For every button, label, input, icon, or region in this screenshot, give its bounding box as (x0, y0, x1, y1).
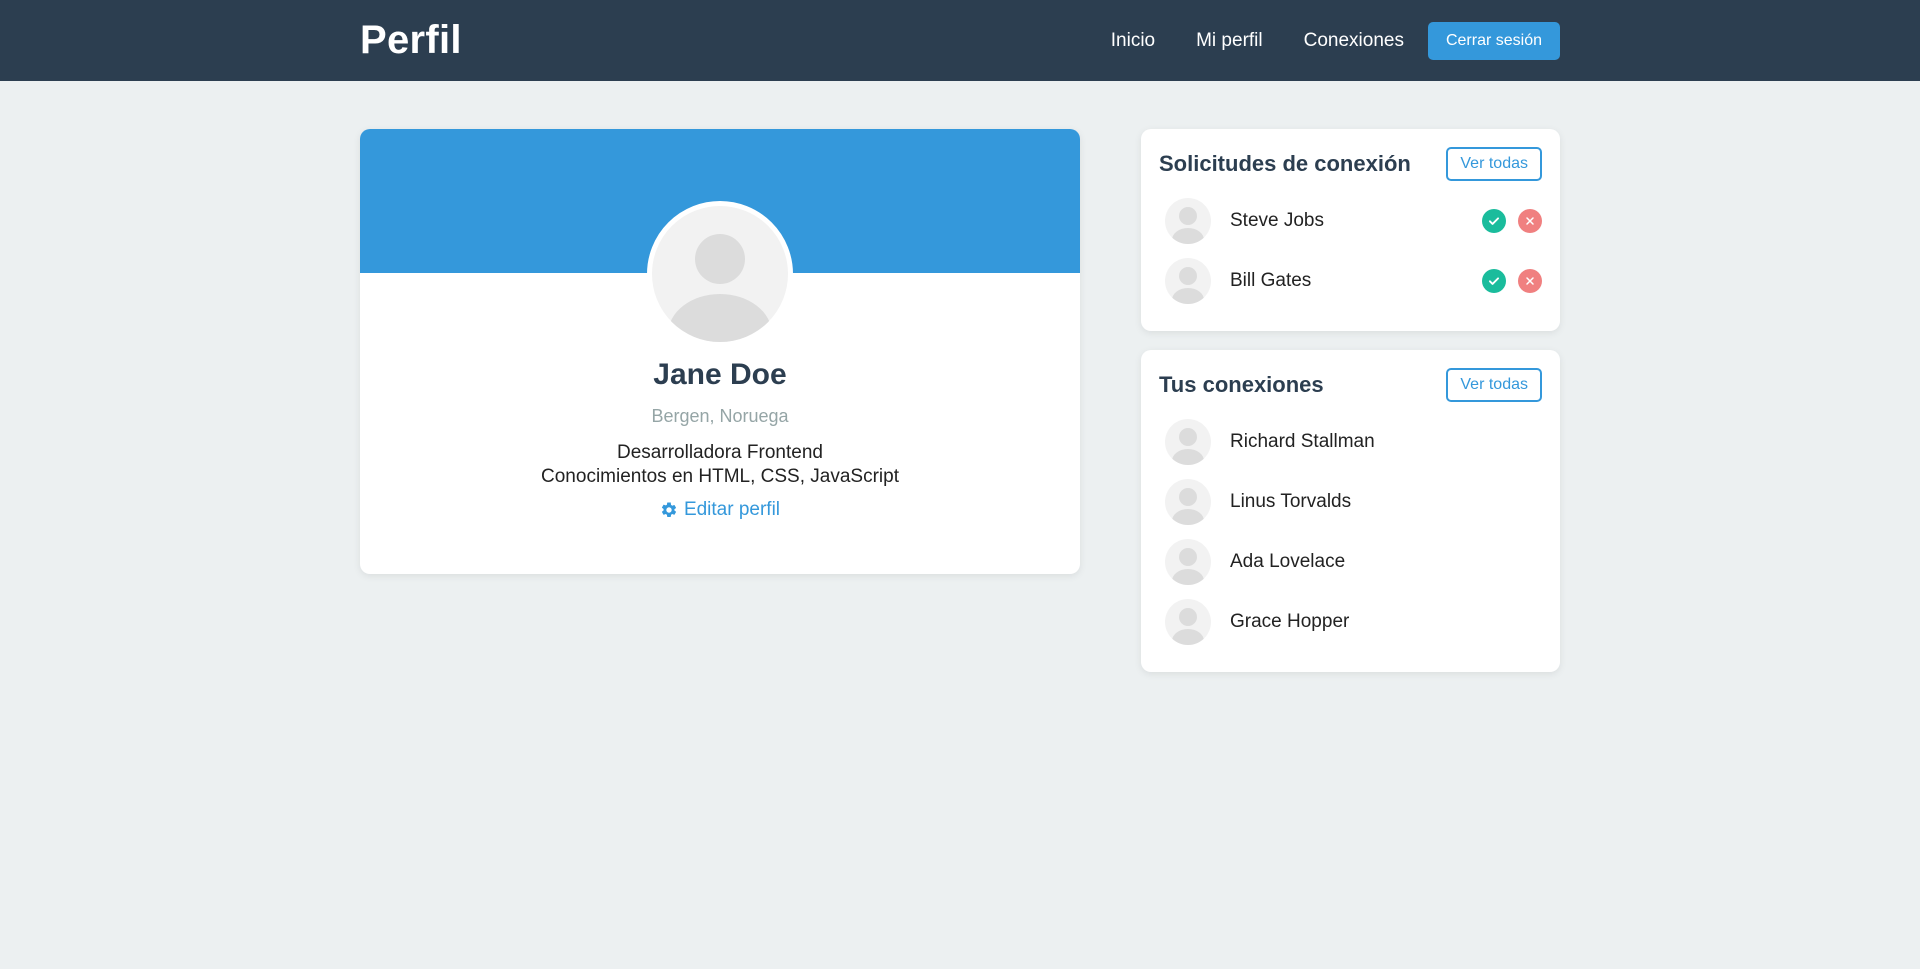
profile-bio-line-2: Conocimientos en HTML, CSS, JavaScript (541, 466, 899, 487)
avatar (1165, 198, 1211, 244)
connections-title: Tus conexiones (1159, 372, 1324, 397)
main-container: Jane Doe Bergen, Noruega Desarrolladora … (360, 129, 1560, 691)
nav-link-mi-perfil[interactable]: Mi perfil (1196, 30, 1263, 52)
connection-name[interactable]: Grace Hopper (1230, 611, 1542, 633)
connections-header: Tus conexiones Ver todas (1159, 368, 1542, 402)
profile-card: Jane Doe Bergen, Noruega Desarrolladora … (360, 129, 1080, 574)
brand-logo[interactable]: Perfil (360, 18, 462, 63)
request-name[interactable]: Bill Gates (1230, 270, 1470, 292)
profile-bio-line-1: Desarrolladora Frontend (617, 442, 823, 463)
gear-icon (661, 502, 676, 517)
connection-item[interactable]: Richard Stallman (1159, 412, 1542, 472)
avatar (1165, 539, 1211, 585)
reject-close-icon[interactable] (1518, 269, 1542, 293)
edit-profile-link[interactable]: Editar perfil (660, 499, 780, 521)
connection-name[interactable]: Ada Lovelace (1230, 551, 1542, 573)
navbar: Perfil Inicio Mi perfil Conexiones Cerra… (0, 0, 1920, 81)
requests-panel: Solicitudes de conexión Ver todas Steve … (1141, 129, 1560, 331)
connection-item[interactable]: Grace Hopper (1159, 592, 1542, 652)
avatar (1165, 258, 1211, 304)
avatar (1165, 419, 1211, 465)
avatar-body-shape (668, 294, 772, 342)
connection-name[interactable]: Linus Torvalds (1230, 491, 1542, 513)
avatar (1165, 599, 1211, 645)
reject-close-icon[interactable] (1518, 209, 1542, 233)
request-name[interactable]: Steve Jobs (1230, 210, 1470, 232)
profile-avatar (647, 201, 793, 347)
avatar-head-shape (695, 234, 745, 284)
profile-location: Bergen, Noruega (651, 406, 789, 426)
nav-link-conexiones[interactable]: Conexiones (1304, 30, 1404, 52)
requests-header: Solicitudes de conexión Ver todas (1159, 147, 1542, 181)
request-actions (1470, 209, 1542, 233)
profile-name: Jane Doe (653, 358, 787, 391)
nav-links: Inicio Mi perfil Conexiones Cerrar sesió… (1111, 21, 1560, 60)
logout-button[interactable]: Cerrar sesión (1427, 21, 1560, 60)
accept-check-icon[interactable] (1482, 269, 1506, 293)
navbar-inner: Perfil Inicio Mi perfil Conexiones Cerra… (360, 0, 1560, 81)
profile-info: Jane Doe Bergen, Noruega Desarrolladora … (360, 358, 1080, 524)
connection-item[interactable]: Ada Lovelace (1159, 532, 1542, 592)
requests-title: Solicitudes de conexión (1159, 151, 1411, 176)
connection-name[interactable]: Richard Stallman (1230, 431, 1542, 453)
request-item: Steve Jobs (1159, 191, 1542, 251)
nav-link-inicio[interactable]: Inicio (1111, 30, 1155, 52)
avatar (1165, 479, 1211, 525)
connections-panel: Tus conexiones Ver todas Richard Stallma… (1141, 350, 1560, 672)
sidebar: Solicitudes de conexión Ver todas Steve … (1141, 129, 1560, 691)
request-item: Bill Gates (1159, 251, 1542, 311)
profile-bio: Desarrolladora Frontend Conocimientos en… (360, 441, 1080, 489)
connection-item[interactable]: Linus Torvalds (1159, 472, 1542, 532)
accept-check-icon[interactable] (1482, 209, 1506, 233)
edit-profile-label: Editar perfil (683, 499, 781, 520)
connections-see-all-button[interactable]: Ver todas (1446, 368, 1542, 402)
request-actions (1470, 269, 1542, 293)
requests-see-all-button[interactable]: Ver todas (1446, 147, 1542, 181)
